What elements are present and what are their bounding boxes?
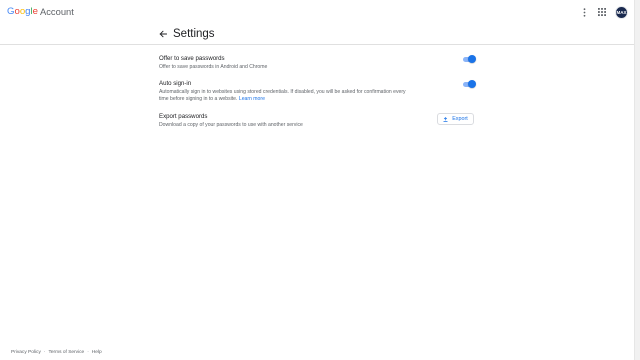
google-account-logo[interactable]: Google Account	[7, 6, 74, 18]
more-vert-icon	[583, 7, 585, 17]
footer-separator: ·	[87, 350, 89, 355]
toggle-thumb	[468, 80, 476, 89]
setting-title: Export passwords	[159, 113, 208, 120]
upload-icon	[443, 116, 448, 122]
setting-export-passwords: Export passwords Download a copy of your…	[159, 113, 479, 129]
setting-auto-sign-in: Auto sign-in Automatically sign in to we…	[159, 80, 479, 104]
setting-description: Download a copy of your passwords to use…	[159, 121, 303, 128]
google-wordmark: Google	[7, 6, 38, 18]
header-actions: MAX	[573, 5, 628, 19]
back-button[interactable]	[158, 29, 168, 39]
logo-letter: G	[7, 6, 15, 17]
offer-to-save-toggle[interactable]	[462, 55, 476, 64]
product-name: Account	[39, 6, 74, 17]
setting-description: Offer to save passwords in Android and C…	[159, 63, 268, 70]
terms-of-service-link[interactable]: Terms of Service	[48, 350, 84, 356]
description-text: Automatically sign in to websites using …	[159, 88, 406, 103]
toggle-thumb	[468, 55, 476, 64]
auto-sign-in-toggle[interactable]	[462, 80, 476, 89]
avatar-initials: MAX	[616, 9, 627, 15]
setting-title: Offer to save passwords	[159, 55, 225, 62]
google-apps-button[interactable]	[595, 5, 609, 19]
title-row: Settings	[158, 27, 215, 41]
top-bar: Google Account MAX	[0, 0, 634, 24]
header-divider	[0, 44, 634, 45]
footer: Privacy Policy · Terms of Service · Help	[11, 350, 102, 356]
export-button-label: Export	[452, 116, 468, 122]
apps-grid-icon	[598, 8, 606, 16]
learn-more-link[interactable]: Learn more	[239, 96, 265, 102]
account-avatar[interactable]: MAX	[615, 5, 628, 19]
setting-offer-to-save: Offer to save passwords Offer to save pa…	[159, 55, 479, 71]
privacy-policy-link[interactable]: Privacy Policy	[11, 350, 41, 356]
setting-description: Automatically sign in to websites using …	[159, 89, 414, 104]
logo-letter: e	[32, 6, 38, 17]
arrow-back-icon	[159, 30, 167, 38]
help-link[interactable]: Help	[92, 350, 102, 356]
more-options-button[interactable]	[577, 5, 591, 19]
page-scrollbar[interactable]	[634, 0, 640, 360]
footer-separator: ·	[43, 350, 46, 355]
page-title: Settings	[173, 28, 215, 40]
setting-title: Auto sign-in	[159, 80, 192, 87]
export-button[interactable]: Export	[437, 113, 474, 125]
